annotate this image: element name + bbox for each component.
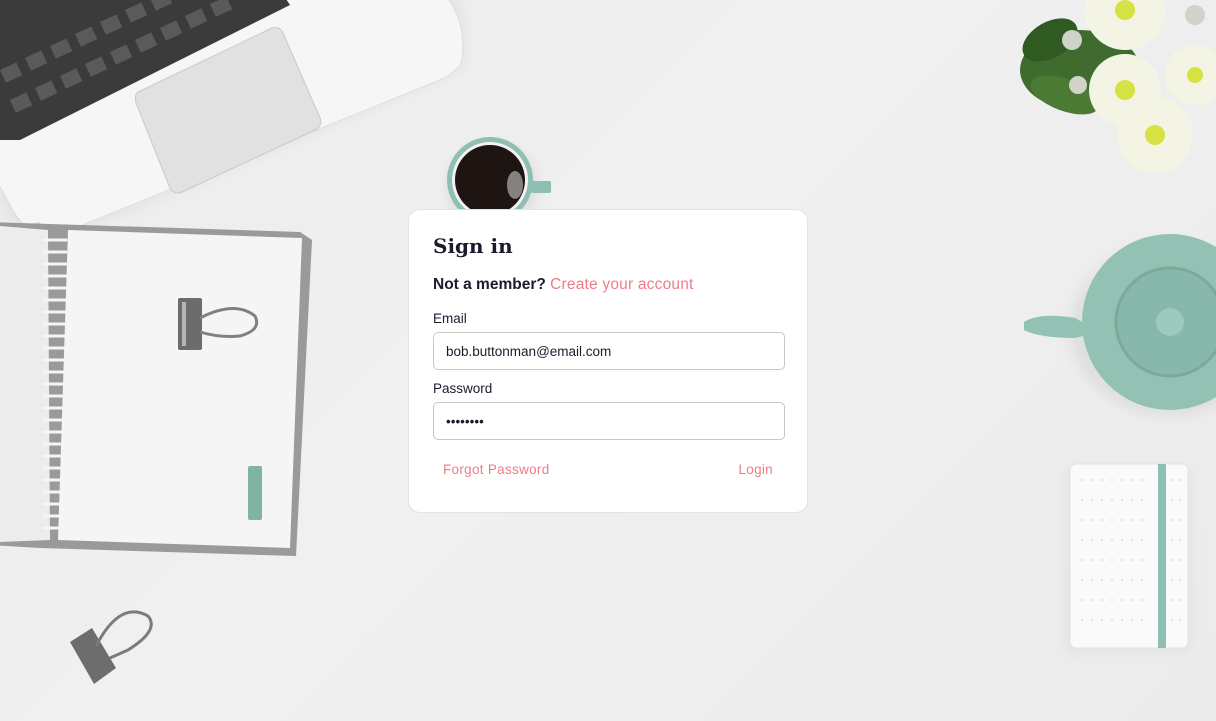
email-label: Email [433, 311, 467, 326]
email-field[interactable] [433, 332, 785, 370]
password-label: Password [433, 381, 493, 396]
notebook-image [0, 222, 312, 556]
login-button[interactable]: Login [738, 462, 773, 477]
forgot-password-button[interactable]: Forgot Password [443, 462, 550, 477]
password-field[interactable] [433, 402, 785, 440]
signin-actions: Forgot Password Login [433, 462, 783, 477]
flowers-image [1020, 0, 1216, 173]
laptop-image [0, 0, 466, 242]
teapot-image [1024, 234, 1216, 416]
desk-background: Sign in Not a member? Create your accoun… [0, 0, 1216, 721]
create-account-link[interactable]: Create your account [550, 276, 693, 293]
signin-title: Sign in [433, 234, 513, 258]
binder-clip-image [70, 610, 153, 684]
signin-card: Sign in Not a member? Create your accoun… [408, 209, 808, 513]
member-prompt: Not a member? [433, 276, 546, 293]
small-notebook-image [1066, 463, 1190, 652]
signup-row: Not a member? Create your account [433, 274, 783, 296]
